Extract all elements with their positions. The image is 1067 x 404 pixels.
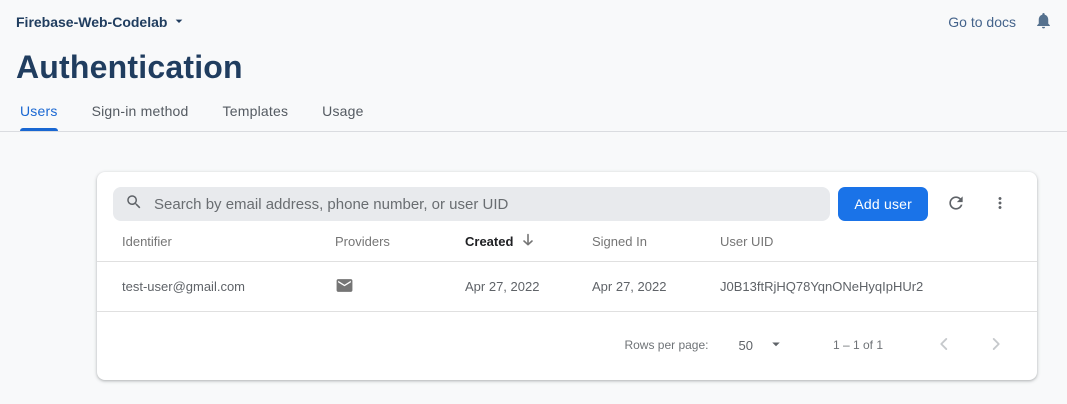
tab-usage[interactable]: Usage (322, 103, 363, 131)
column-header-created-label: Created (465, 234, 513, 249)
refresh-button[interactable] (944, 191, 968, 218)
toolbar: Add user (97, 172, 1037, 221)
arrow-down-icon (522, 233, 534, 249)
notifications-button[interactable] (1034, 11, 1053, 33)
kebab-menu-icon (991, 194, 1009, 215)
table-row[interactable]: test-user@gmail.com Apr 27, 2022 Apr 27,… (97, 262, 1037, 312)
cell-user-uid: J0B13ftRjHQ78YqnONeHyqIpHUr2 (720, 279, 1021, 294)
bell-icon (1034, 11, 1053, 33)
users-card: Add user Identifier Providers Created Si… (97, 172, 1037, 380)
tab-users[interactable]: Users (20, 103, 58, 131)
search-input[interactable] (154, 196, 818, 213)
search-box (113, 187, 830, 221)
next-page-button[interactable] (985, 333, 1007, 358)
overflow-menu-button[interactable] (989, 192, 1011, 217)
page-title: Authentication (16, 48, 1067, 86)
column-header-providers[interactable]: Providers (335, 234, 465, 249)
topbar-right: Go to docs (948, 11, 1053, 33)
topbar: Firebase-Web-Codelab Go to docs (0, 0, 1067, 44)
tab-sign-in-method[interactable]: Sign-in method (92, 103, 189, 131)
caret-down-icon (171, 13, 187, 32)
project-switcher[interactable]: Firebase-Web-Codelab (16, 13, 187, 32)
tab-bar: Users Sign-in method Templates Usage (0, 86, 1067, 131)
caret-down-icon (767, 335, 785, 356)
cell-providers (335, 276, 465, 298)
column-header-signed-in[interactable]: Signed In (592, 234, 720, 249)
cell-signed-in: Apr 27, 2022 (592, 279, 720, 294)
project-name: Firebase-Web-Codelab (16, 14, 167, 30)
rows-per-page-label: Rows per page: (624, 338, 708, 352)
cell-created: Apr 27, 2022 (465, 279, 592, 294)
tab-templates[interactable]: Templates (223, 103, 289, 131)
email-provider-icon (335, 283, 354, 298)
add-user-button[interactable]: Add user (838, 187, 928, 221)
cell-identifier: test-user@gmail.com (122, 279, 335, 294)
table-header-row: Identifier Providers Created Signed In U… (97, 221, 1037, 262)
tabs-divider (0, 131, 1067, 132)
search-icon (125, 193, 143, 216)
refresh-icon (946, 193, 966, 216)
rows-per-page-dropdown[interactable] (767, 335, 785, 356)
table-footer: Rows per page: 50 1 – 1 of 1 (97, 312, 1037, 378)
rows-per-page-value[interactable]: 50 (738, 338, 752, 353)
go-to-docs-link[interactable]: Go to docs (948, 14, 1016, 30)
chevron-right-icon (985, 333, 1007, 358)
previous-page-button[interactable] (933, 333, 955, 358)
column-header-created[interactable]: Created (465, 233, 592, 249)
column-header-user-uid[interactable]: User UID (720, 234, 1021, 249)
chevron-left-icon (933, 333, 955, 358)
pagination-range: 1 – 1 of 1 (833, 338, 883, 352)
column-header-identifier[interactable]: Identifier (122, 234, 335, 249)
